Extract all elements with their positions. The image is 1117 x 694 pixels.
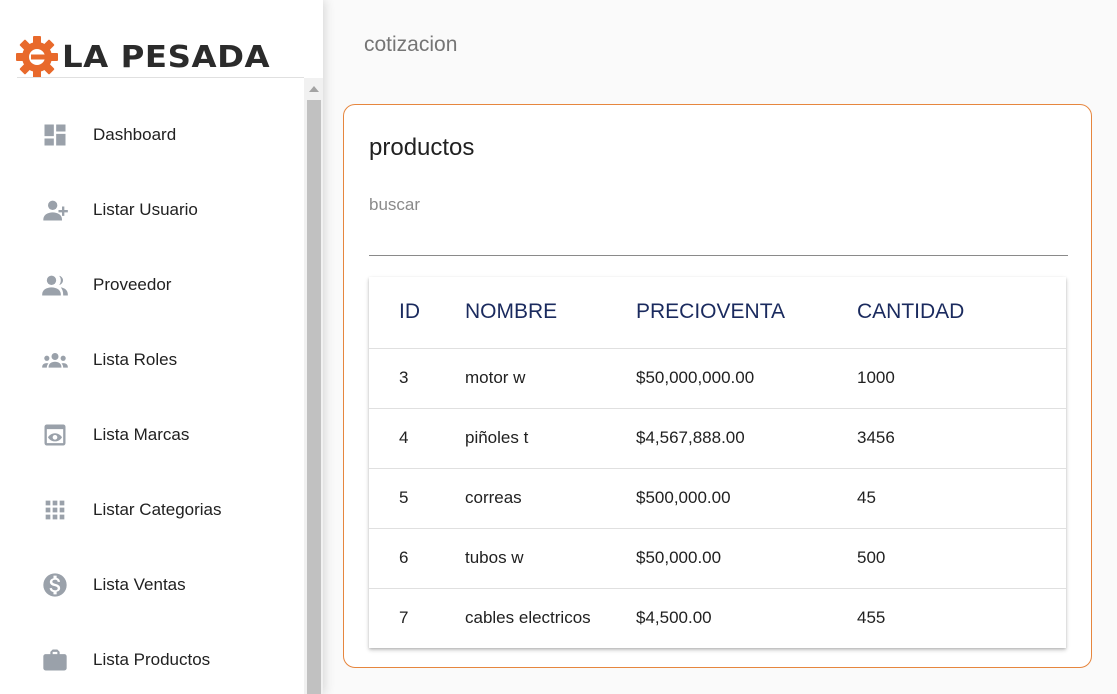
cell-id: 5 <box>369 468 465 529</box>
cell-id: 7 <box>399 608 409 628</box>
sidebar-item-lista-ventas[interactable]: Lista Ventas <box>0 547 304 622</box>
cell-cantidad: 455 <box>857 608 886 628</box>
column-header-nombre[interactable]: NOMBRE <box>465 277 636 349</box>
cell-precio: $4,500.00 <box>636 608 712 628</box>
sidebar-item-listar-categorias[interactable]: Listar Categorias <box>0 472 304 547</box>
brand-logo[interactable]: LA PESADA <box>14 34 274 80</box>
sidebar-item-label: Lista Productos <box>93 649 211 669</box>
sidebar-item-label: Lista Roles <box>93 349 178 369</box>
cell-precio: $50,000,000.00 <box>636 348 857 409</box>
card-title: productos <box>369 134 475 161</box>
sidebar-item-label: Proveedor <box>93 274 172 294</box>
cell-cantidad: 1000 <box>857 348 1066 409</box>
products-table-container: ID NOMBRE PRECIOVENTA CANTIDAD 3 motor w… <box>369 277 1066 648</box>
page-title: cotizacion <box>364 33 458 56</box>
sidebar-item-proveedor[interactable]: Proveedor <box>0 247 304 322</box>
sidebar-item-dashboard[interactable]: Dashboard <box>0 97 304 172</box>
brand-name: LA PESADA <box>62 39 271 75</box>
logo-divider <box>17 77 304 78</box>
table-row[interactable]: 6 tubos w $50,000.00 500 <box>369 528 1066 589</box>
cell-precio: $500,000.00 <box>636 468 857 529</box>
table-header-row: ID NOMBRE PRECIOVENTA CANTIDAD <box>369 277 1066 349</box>
column-header-precioventa[interactable]: PRECIOVENTA <box>636 277 857 349</box>
cell-nombre: tubos w <box>465 528 636 589</box>
cell-cantidad: 3456 <box>857 408 1066 469</box>
sidebar-item-lista-productos[interactable]: Lista Productos <box>0 622 304 694</box>
cell-precio: $4,567,888.00 <box>636 408 857 469</box>
groups-icon <box>40 345 70 375</box>
scroll-up-arrow-icon[interactable] <box>304 78 323 100</box>
cell-nombre: cables electricos <box>465 608 591 628</box>
sidebar-item-lista-marcas[interactable]: Lista Marcas <box>0 397 304 472</box>
table-row[interactable]: 4 piñoles t $4,567,888.00 3456 <box>369 408 1066 469</box>
table-row[interactable]: 5 correas $500,000.00 45 <box>369 468 1066 529</box>
preview-icon <box>40 420 70 450</box>
column-header-id[interactable]: ID <box>369 277 465 349</box>
cell-id: 6 <box>369 528 465 589</box>
column-header-cantidad[interactable]: CANTIDAD <box>857 277 1066 349</box>
cell-precio: $50,000.00 <box>636 528 857 589</box>
sidebar-item-label: Lista Marcas <box>93 424 190 444</box>
cell-nombre: correas <box>465 468 636 529</box>
grid-icon <box>40 495 70 525</box>
app-root: LA PESADA Dashboard Listar Usuario Prove… <box>0 0 1117 694</box>
products-table: ID NOMBRE PRECIOVENTA CANTIDAD 3 motor w… <box>369 277 1066 648</box>
search-input[interactable] <box>369 187 1068 223</box>
scrollbar-thumb[interactable] <box>307 100 321 694</box>
cell-id: 4 <box>369 408 465 469</box>
dollar-icon <box>40 570 70 600</box>
sidebar-item-label: Lista Ventas <box>93 574 186 594</box>
sidebar-scrollbar[interactable] <box>304 78 323 694</box>
briefcase-icon <box>40 645 70 675</box>
cell-id: 3 <box>369 348 465 409</box>
sidebar-item-label: Listar Usuario <box>93 199 198 219</box>
sidebar-item-listar-usuario[interactable]: Listar Usuario <box>0 172 304 247</box>
cell-nombre: piñoles t <box>465 408 636 469</box>
gear-icon <box>16 36 58 78</box>
products-card: productos ID NOMBRE PRECIOVENTA CANTIDAD… <box>343 104 1092 668</box>
cell-cantidad: 500 <box>857 528 1066 589</box>
cell-cantidad: 45 <box>857 468 1066 529</box>
cell-nombre: motor w <box>465 348 636 409</box>
table-row[interactable]: 3 motor w $50,000,000.00 1000 <box>369 348 1066 409</box>
sidebar-item-lista-roles[interactable]: Lista Roles <box>0 322 304 397</box>
dashboard-icon <box>40 120 70 150</box>
table-row[interactable]: 7 cables electricos $4,500.00 455 <box>369 588 1066 648</box>
sidebar-nav: Dashboard Listar Usuario Proveedor Lista… <box>0 97 304 694</box>
people-icon <box>40 270 70 300</box>
person-add-icon <box>40 195 70 225</box>
sidebar-item-label: Listar Categorias <box>93 499 222 519</box>
sidebar: LA PESADA Dashboard Listar Usuario Prove… <box>0 0 323 694</box>
sidebar-item-label: Dashboard <box>93 124 177 144</box>
search-field <box>369 187 1068 256</box>
